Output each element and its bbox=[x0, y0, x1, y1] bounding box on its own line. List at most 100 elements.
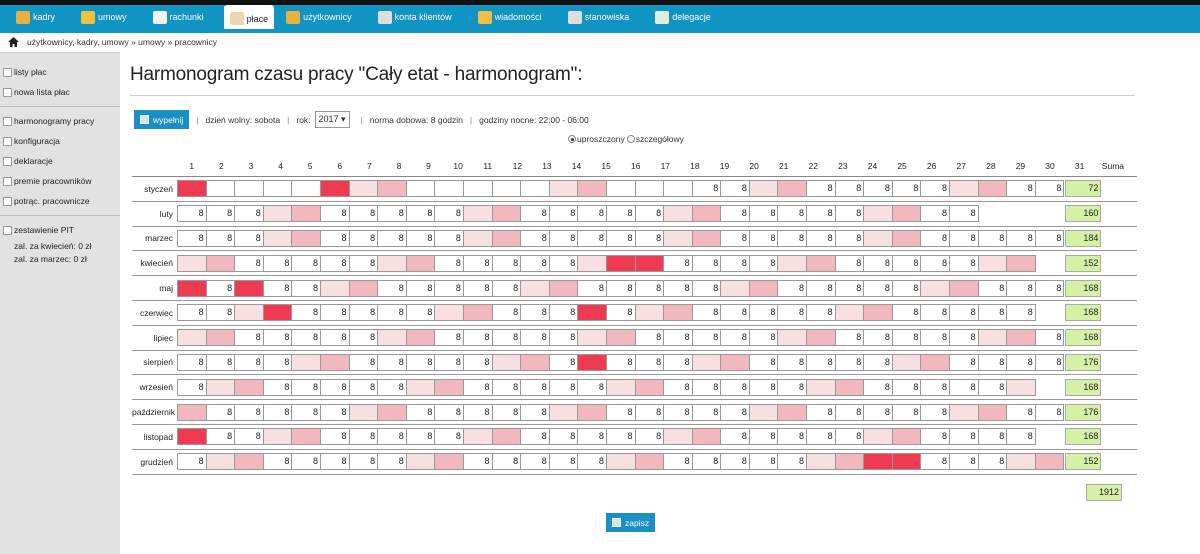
sidebar-item-g2-1[interactable]: konfiguracja bbox=[0, 131, 120, 151]
day-cell[interactable]: 8 bbox=[205, 279, 236, 297]
day-cell[interactable]: 8 bbox=[205, 304, 236, 322]
day-cell[interactable] bbox=[262, 428, 293, 446]
fill-button[interactable]: wypełnij bbox=[134, 110, 190, 129]
day-cell[interactable]: 8 bbox=[891, 304, 922, 322]
day-cell[interactable]: 8 bbox=[748, 353, 779, 371]
day-cell[interactable]: 8 bbox=[548, 205, 579, 223]
day-cell[interactable]: 8 bbox=[177, 205, 207, 223]
day-cell[interactable]: 8 bbox=[234, 229, 264, 247]
day-cell[interactable] bbox=[777, 254, 808, 272]
day-cell[interactable]: 8 bbox=[1034, 279, 1065, 297]
day-cell[interactable] bbox=[748, 279, 779, 297]
day-cell[interactable]: 8 bbox=[691, 403, 722, 421]
day-cell[interactable]: 8 bbox=[834, 180, 865, 198]
day-cell[interactable]: 8 bbox=[520, 453, 550, 471]
day-cell[interactable] bbox=[262, 180, 293, 198]
day-cell[interactable]: 8 bbox=[634, 403, 665, 421]
day-cell[interactable] bbox=[834, 453, 865, 471]
day-cell[interactable]: 8 bbox=[462, 403, 493, 421]
day-cell[interactable]: 8 bbox=[891, 279, 922, 297]
day-cell[interactable] bbox=[462, 428, 493, 446]
day-cell[interactable] bbox=[520, 279, 550, 297]
day-cell[interactable]: 8 bbox=[348, 453, 379, 471]
day-cell[interactable] bbox=[777, 329, 808, 347]
day-cell[interactable]: 8 bbox=[977, 453, 1008, 471]
day-cell[interactable]: 8 bbox=[1034, 353, 1065, 371]
day-cell[interactable] bbox=[577, 254, 607, 272]
day-cell[interactable]: 8 bbox=[691, 378, 722, 396]
day-cell[interactable]: 8 bbox=[720, 453, 750, 471]
day-cell[interactable]: 8 bbox=[405, 428, 436, 446]
day-cell[interactable]: 8 bbox=[806, 205, 836, 223]
day-cell[interactable]: 8 bbox=[605, 304, 636, 322]
day-cell[interactable]: 8 bbox=[663, 329, 693, 347]
day-cell[interactable] bbox=[319, 353, 350, 371]
day-cell[interactable]: 8 bbox=[920, 428, 951, 446]
day-cell[interactable]: 8 bbox=[920, 378, 951, 396]
day-cell[interactable] bbox=[234, 279, 264, 297]
day-cell[interactable]: 8 bbox=[577, 205, 607, 223]
day-cell[interactable]: 8 bbox=[577, 229, 607, 247]
day-cell[interactable]: 8 bbox=[863, 403, 893, 421]
sidebar-item-1[interactable]: nowa lista płac bbox=[0, 82, 120, 102]
view-simple-label[interactable]: uproszczony bbox=[577, 134, 625, 144]
day-cell[interactable]: 8 bbox=[949, 205, 979, 223]
day-cell[interactable]: 8 bbox=[949, 329, 979, 347]
day-cell[interactable]: 8 bbox=[920, 180, 951, 198]
day-cell[interactable] bbox=[177, 329, 207, 347]
day-cell[interactable]: 8 bbox=[891, 180, 922, 198]
day-cell[interactable]: 8 bbox=[548, 229, 579, 247]
day-cell[interactable] bbox=[605, 180, 636, 198]
day-cell[interactable]: 8 bbox=[748, 254, 779, 272]
day-cell[interactable]: 8 bbox=[262, 254, 293, 272]
day-cell[interactable]: 8 bbox=[691, 279, 722, 297]
day-cell[interactable] bbox=[491, 205, 522, 223]
day-cell[interactable] bbox=[262, 229, 293, 247]
day-cell[interactable] bbox=[663, 180, 693, 198]
day-cell[interactable] bbox=[377, 403, 407, 421]
day-cell[interactable]: 8 bbox=[720, 304, 750, 322]
day-cell[interactable] bbox=[319, 180, 350, 198]
day-cell[interactable]: 8 bbox=[520, 428, 550, 446]
day-cell[interactable]: 8 bbox=[291, 304, 321, 322]
day-cell[interactable] bbox=[577, 304, 607, 322]
day-cell[interactable]: 8 bbox=[348, 304, 379, 322]
day-cell[interactable]: 8 bbox=[177, 378, 207, 396]
day-cell[interactable]: 8 bbox=[863, 180, 893, 198]
day-cell[interactable] bbox=[891, 428, 922, 446]
day-cell[interactable]: 8 bbox=[977, 353, 1008, 371]
day-cell[interactable] bbox=[205, 378, 236, 396]
day-cell[interactable]: 8 bbox=[405, 403, 436, 421]
day-cell[interactable]: 8 bbox=[720, 428, 750, 446]
day-cell[interactable]: 8 bbox=[720, 254, 750, 272]
day-cell[interactable] bbox=[434, 304, 464, 322]
day-cell[interactable] bbox=[691, 353, 722, 371]
sidebar-item-g2-4[interactable]: potrąc. pracownicze bbox=[0, 191, 120, 211]
day-cell[interactable]: 8 bbox=[262, 453, 293, 471]
day-cell[interactable]: 8 bbox=[577, 279, 607, 297]
day-cell[interactable] bbox=[291, 180, 321, 198]
day-cell[interactable]: 8 bbox=[491, 254, 522, 272]
day-cell[interactable]: 8 bbox=[434, 254, 464, 272]
day-cell[interactable] bbox=[634, 453, 665, 471]
day-cell[interactable] bbox=[291, 353, 321, 371]
day-cell[interactable] bbox=[377, 180, 407, 198]
day-cell[interactable]: 8 bbox=[634, 205, 665, 223]
day-cell[interactable] bbox=[806, 453, 836, 471]
day-cell[interactable]: 8 bbox=[348, 428, 379, 446]
day-cell[interactable]: 8 bbox=[319, 403, 350, 421]
day-cell[interactable] bbox=[806, 254, 836, 272]
day-cell[interactable]: 8 bbox=[348, 329, 379, 347]
day-cell[interactable]: 8 bbox=[605, 428, 636, 446]
day-cell[interactable] bbox=[177, 279, 207, 297]
day-cell[interactable] bbox=[177, 403, 207, 421]
day-cell[interactable] bbox=[891, 229, 922, 247]
day-cell[interactable]: 8 bbox=[548, 428, 579, 446]
day-cell[interactable] bbox=[977, 180, 1008, 198]
tab-6[interactable]: wiadomości bbox=[472, 5, 548, 29]
day-cell[interactable] bbox=[462, 229, 493, 247]
day-cell[interactable]: 8 bbox=[777, 304, 808, 322]
day-cell[interactable]: 8 bbox=[748, 304, 779, 322]
day-cell[interactable]: 8 bbox=[205, 353, 236, 371]
day-cell[interactable] bbox=[977, 254, 1008, 272]
